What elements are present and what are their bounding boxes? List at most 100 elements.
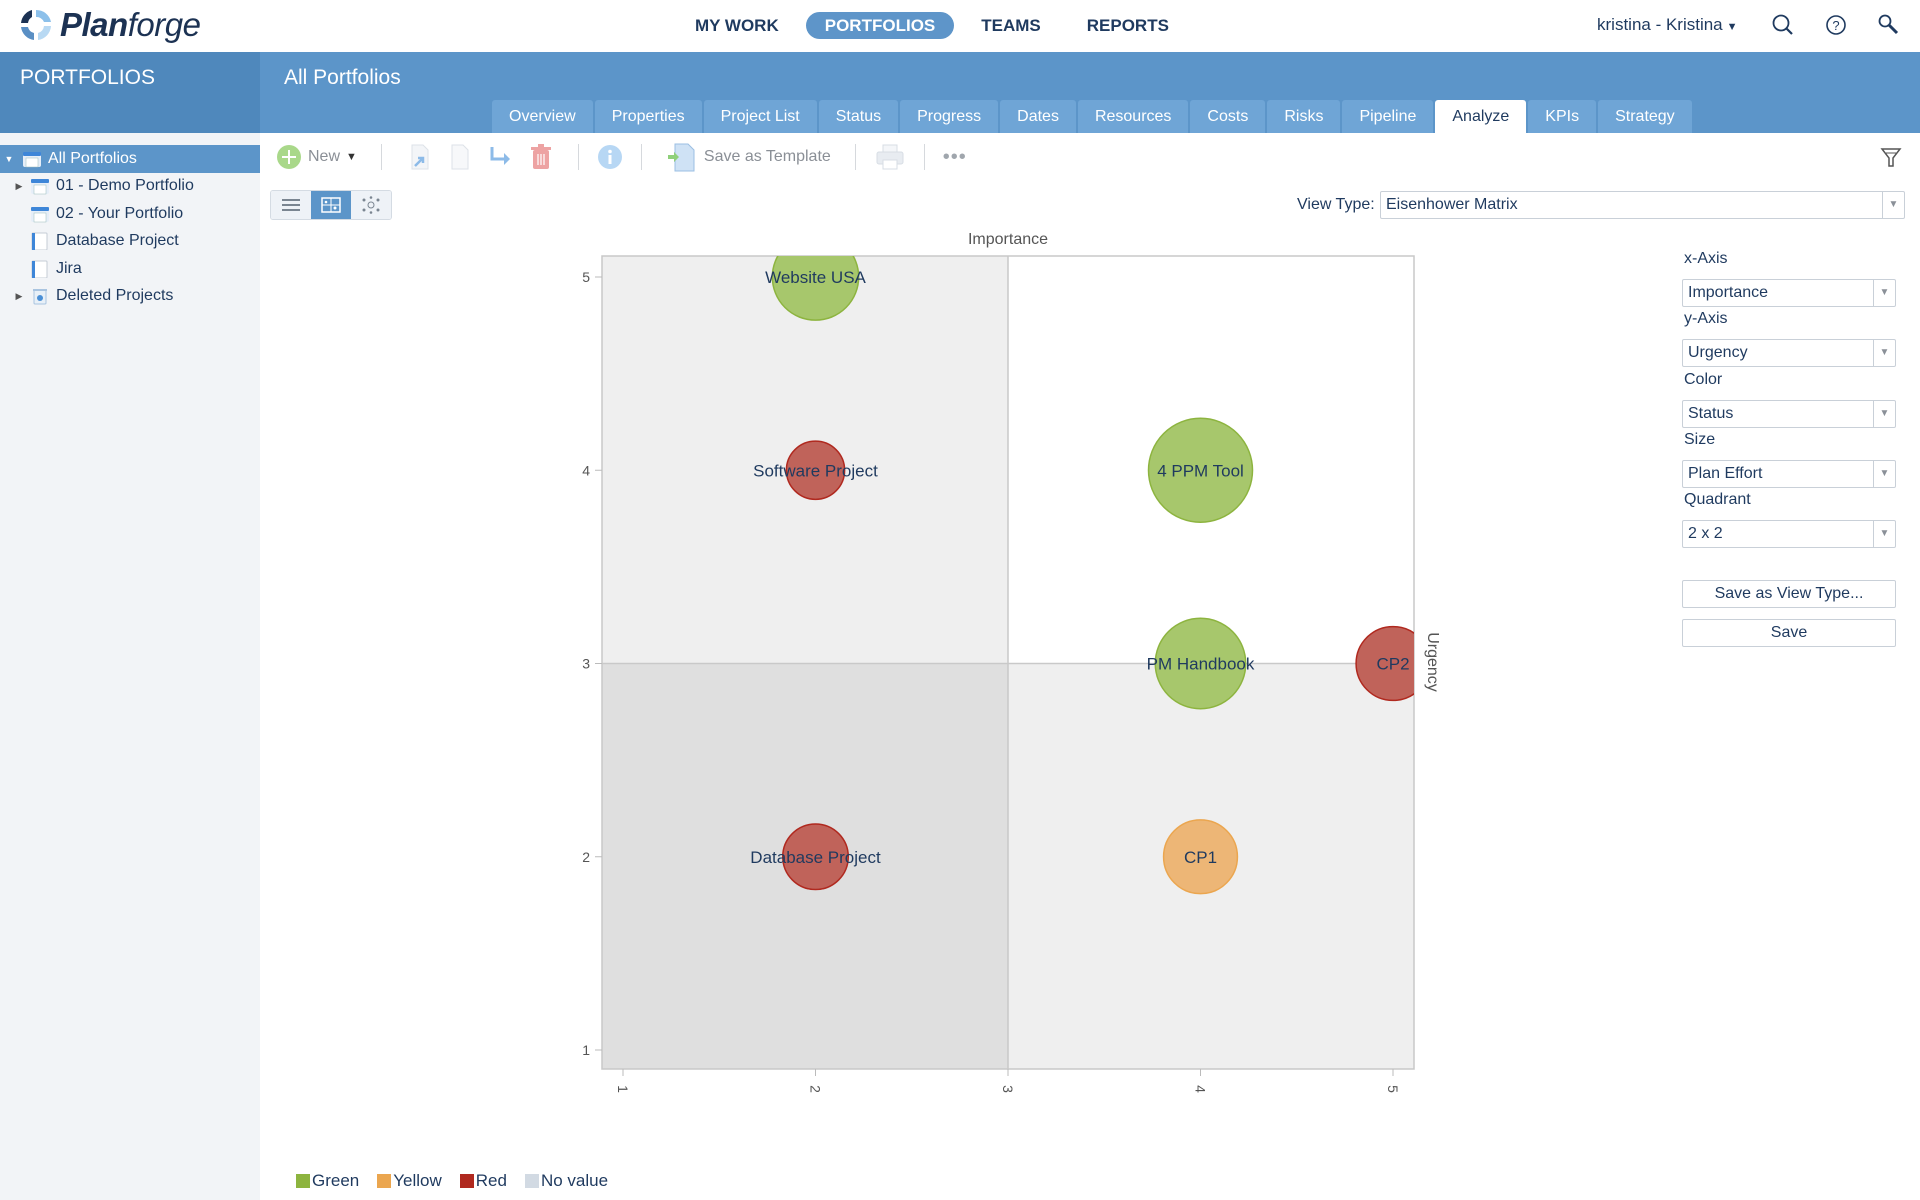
legend-item-green[interactable]: Green [296, 1171, 359, 1191]
main-nav: MY WORK PORTFOLIOS TEAMS REPORTS [676, 12, 1188, 39]
save-as-template-label: Save as Template [703, 148, 831, 165]
x-tick-label: 2 [808, 1085, 824, 1093]
expand-icon[interactable]: ▶ [14, 291, 24, 302]
portfolio-tree: ▼ All Portfolios ▶ 01 - Demo Portfolio 0… [0, 133, 260, 1200]
info-icon[interactable] [597, 144, 623, 170]
copy-icon[interactable] [446, 142, 474, 172]
bubble[interactable]: Database Project [750, 823, 881, 891]
matrix-view-button[interactable] [311, 191, 351, 219]
toolbar: New ▼ Save as Template ••• [270, 140, 967, 174]
tree-item-jira[interactable]: Jira [0, 255, 260, 283]
x-tick-label: 1 [615, 1085, 631, 1093]
color-value: Status [1688, 405, 1734, 422]
caret-down-icon: ▼ [1726, 21, 1738, 33]
y-axis-value: Urgency [1688, 344, 1748, 361]
tree-item-label: All Portfolios [48, 149, 137, 167]
bubble[interactable]: Website USA [765, 234, 867, 321]
chevron-down-icon: ▼ [1873, 280, 1895, 306]
user-menu[interactable]: kristina - Kristina ▼ [1597, 15, 1738, 35]
plot-frame [601, 255, 1415, 1070]
legend-label: Yellow [393, 1171, 442, 1190]
portfolio-icon [23, 151, 41, 167]
y-axis-select[interactable]: Urgency ▼ [1682, 339, 1896, 367]
network-view-button[interactable] [351, 191, 391, 219]
tree-item-label: Database Project [56, 232, 179, 250]
legend-swatch [524, 1174, 539, 1188]
tab-resources[interactable]: Resources [1077, 100, 1189, 133]
legend-item-red[interactable]: Red [459, 1171, 507, 1191]
tab-dates[interactable]: Dates [1000, 100, 1076, 133]
move-icon[interactable] [406, 142, 434, 172]
help-icon[interactable]: ? [1823, 12, 1849, 38]
search-icon[interactable] [1770, 12, 1796, 38]
caret-down-icon: ▼ [346, 151, 357, 163]
logo-icon [21, 9, 51, 40]
x-axis-select[interactable]: Importance ▼ [1682, 279, 1896, 307]
tree-item-database-project[interactable]: Database Project [0, 228, 260, 256]
link-arrow-icon[interactable] [486, 142, 516, 172]
legend-item-no-value[interactable]: No value [524, 1171, 608, 1191]
bubble[interactable]: CP1 [1162, 819, 1239, 895]
nav-teams[interactable]: TEAMS [962, 12, 1060, 39]
tree-item-label: 02 - Your Portfolio [56, 204, 184, 222]
app-name: Planforge [60, 6, 201, 43]
more-icon[interactable]: ••• [943, 146, 967, 169]
save-as-template-button[interactable]: Save as Template [660, 140, 837, 174]
new-button[interactable]: New ▼ [270, 140, 363, 174]
chevron-down-icon: ▼ [1873, 461, 1895, 487]
filter-icon[interactable] [1880, 146, 1902, 168]
tab-costs[interactable]: Costs [1190, 100, 1266, 133]
plus-circle-icon [277, 145, 301, 169]
nav-my-work[interactable]: MY WORK [676, 12, 798, 39]
expand-icon[interactable]: ▶ [14, 181, 24, 192]
tab-strategy[interactable]: Strategy [1598, 100, 1692, 133]
print-icon[interactable] [874, 142, 906, 172]
save-button[interactable]: Save [1682, 619, 1896, 647]
portfolio-icon [31, 179, 49, 195]
tab-properties[interactable]: Properties [594, 100, 702, 133]
user-name: kristina - Kristina [1597, 15, 1723, 34]
tree-item-demo-portfolio[interactable]: ▶ 01 - Demo Portfolio [0, 173, 260, 201]
chevron-down-icon: ▼ [1882, 192, 1904, 218]
project-icon [31, 260, 48, 278]
nav-reports[interactable]: REPORTS [1068, 12, 1188, 39]
bubble[interactable]: CP2 [1355, 625, 1430, 702]
legend-item-yellow[interactable]: Yellow [377, 1171, 442, 1191]
view-type-value: Eisenhower Matrix [1386, 196, 1518, 213]
y-axis-title: Urgency [1424, 632, 1441, 692]
list-view-button[interactable] [271, 191, 311, 219]
tab-progress[interactable]: Progress [900, 100, 999, 133]
quadrant-select[interactable]: 2 x 2 ▼ [1682, 520, 1896, 548]
tab-pipeline[interactable]: Pipeline [1342, 100, 1434, 133]
tree-item-your-portfolio[interactable]: 02 - Your Portfolio [0, 200, 260, 228]
trash-icon[interactable] [528, 142, 554, 172]
bubble[interactable]: Software Project [753, 440, 878, 501]
chevron-down-icon: ▼ [1873, 340, 1895, 366]
bubble-label: Website USA [765, 268, 866, 287]
tab-project-list[interactable]: Project List [703, 100, 817, 133]
y-tick-label: 3 [582, 656, 590, 672]
toolbar-separator [854, 144, 856, 170]
x-axis-value: Importance [1688, 284, 1769, 301]
tab-kpis[interactable]: KPIs [1528, 100, 1597, 133]
tree-item-deleted-projects[interactable]: ▶ Deleted Projects [0, 283, 260, 311]
tab-risks[interactable]: Risks [1267, 100, 1341, 133]
bubble[interactable]: PM Handbook [1147, 617, 1255, 710]
view-type-select[interactable]: Eisenhower Matrix ▼ [1380, 191, 1905, 219]
logo[interactable]: Planforge [18, 6, 201, 44]
nav-portfolios[interactable]: PORTFOLIOS [805, 12, 955, 39]
top-bar: Planforge MY WORK PORTFOLIOS TEAMS REPOR… [0, 0, 1920, 52]
save-as-view-type-button[interactable]: Save as View Type... [1682, 580, 1896, 608]
tree-item-all-portfolios[interactable]: ▼ All Portfolios [0, 145, 260, 173]
tab-analyze[interactable]: Analyze [1435, 100, 1527, 133]
list-icon [282, 199, 300, 211]
color-select[interactable]: Status ▼ [1682, 400, 1896, 428]
size-select[interactable]: Plan Effort ▼ [1682, 460, 1896, 488]
tab-overview[interactable]: Overview [492, 100, 593, 133]
new-label: New [308, 148, 341, 165]
size-value: Plan Effort [1688, 465, 1763, 482]
bubble[interactable]: 4 PPM Tool [1147, 417, 1254, 523]
collapse-icon[interactable]: ▼ [4, 154, 14, 164]
tab-status[interactable]: Status [818, 100, 899, 133]
wrench-icon[interactable] [1876, 12, 1902, 38]
